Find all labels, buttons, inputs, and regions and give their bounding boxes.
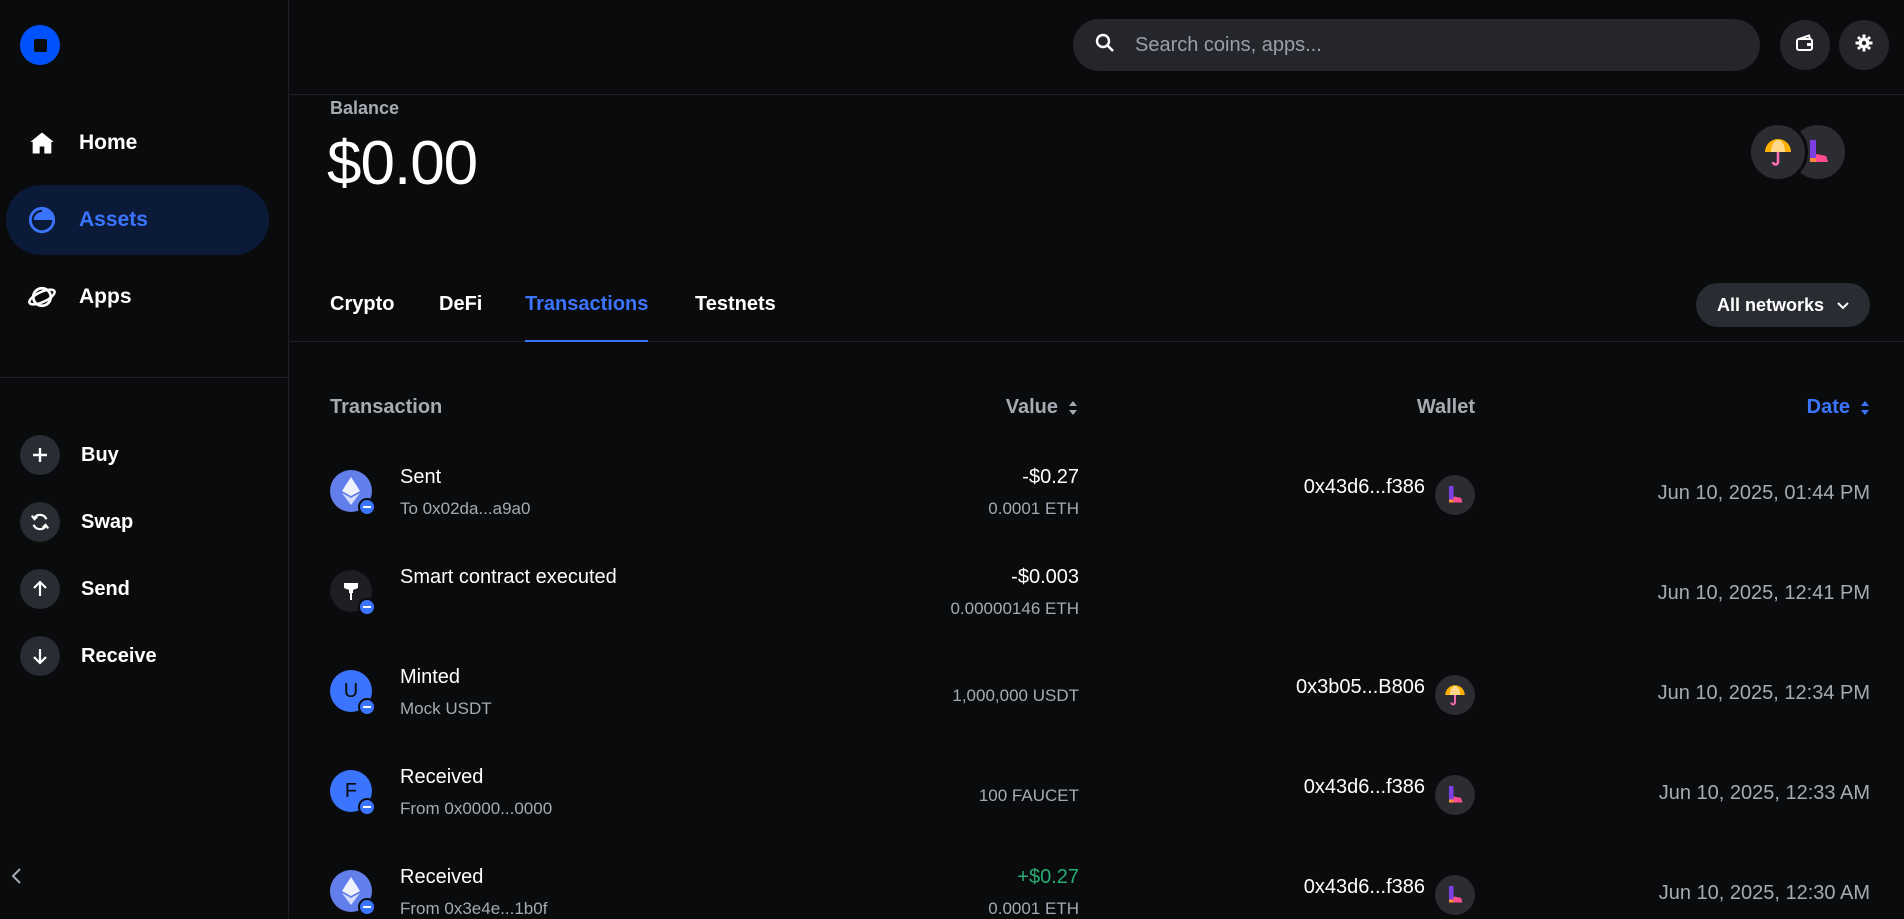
network-filter-label: All networks [1717,294,1825,315]
transaction-value: +$0.27 [1017,866,1079,888]
sidebar-item-home[interactable]: Home [6,108,269,178]
table-row[interactable]: Smart contract executed -$0.003 0.000001… [290,564,1904,660]
sidebar-item-label: Apps [79,285,132,308]
transaction-amount: 0.00000146 ETH [950,599,1079,618]
column-header-wallet: Wallet [1417,396,1475,419]
arrow-down-icon [20,636,60,676]
outgoing-badge-icon [358,598,376,616]
sidebar-item-apps[interactable]: Apps [6,262,269,332]
receive-button[interactable]: Receive [20,635,157,677]
boot-avatar-icon [1435,475,1475,515]
arrow-up-icon [20,569,60,609]
transaction-subtitle: Mock USDT [400,699,492,718]
transaction-subtitle: To 0x02da...a9a0 [400,499,531,518]
swap-icon [20,502,60,542]
top-bar [290,0,1904,95]
sidebar-item-label: Home [79,131,138,154]
outgoing-badge-icon [358,898,376,916]
balance-value: $0.00 [327,129,478,198]
plus-icon [20,435,60,475]
logo[interactable] [20,25,60,65]
boot-avatar-icon [1435,875,1475,915]
pie-chart-icon [27,205,57,235]
tab-crypto[interactable]: Crypto [330,293,394,342]
wallet-avatars[interactable] [1748,122,1852,182]
column-header-label: Date [1806,396,1850,418]
search-input[interactable] [1135,33,1735,57]
transaction-date: Jun 10, 2025, 12:30 AM [1658,882,1870,904]
table-row[interactable]: U Minted Mock USDT 1,000,000 USDT 0x3b05… [290,664,1904,760]
umbrella-avatar-icon [1748,122,1808,182]
outgoing-badge-icon [358,498,376,516]
send-label: Send [81,577,130,600]
gear-icon [1854,33,1874,58]
search-bar[interactable] [1073,19,1760,71]
receive-label: Receive [81,644,157,667]
boot-avatar-icon [1435,775,1475,815]
transaction-title: Sent [400,466,442,488]
swap-label: Swap [81,510,134,533]
logo-mark [33,38,47,52]
transaction-title: Received [400,866,484,888]
column-header-label: Value [1005,396,1058,418]
sidebar-divider [0,377,289,378]
wallet-address: 0x3b05...B806 [1296,676,1425,698]
settings-button[interactable] [1839,20,1889,70]
wallet-button[interactable] [1780,20,1830,70]
tab-transactions[interactable]: Transactions [525,293,649,342]
tab-defi[interactable]: DeFi [439,293,482,342]
tab-testnets[interactable]: Testnets [695,293,776,342]
collapse-sidebar-button[interactable] [6,866,26,890]
wallet-address: 0x43d6...f386 [1303,476,1425,498]
transaction-title: Smart contract executed [400,566,617,588]
transaction-subtitle: From 0x0000...0000 [400,799,553,818]
transaction-subtitle: From 0x3e4e...1b0f [400,899,548,918]
column-header-transaction: Transaction [330,396,442,419]
buy-label: Buy [81,443,119,466]
table-row[interactable]: F Received From 0x0000...0000 100 FAUCET… [290,764,1904,860]
token-letter: U [343,679,359,702]
table-row[interactable]: Sent To 0x02da...a9a0 -$0.27 0.0001 ETH … [290,464,1904,560]
transaction-date: Jun 10, 2025, 12:41 PM [1657,582,1870,604]
outgoing-badge-icon [358,698,376,716]
sort-icon [1068,400,1078,416]
chevron-left-icon [10,867,22,890]
transaction-amount: 0.0001 ETH [988,499,1079,518]
send-button[interactable]: Send [20,568,130,610]
column-header-label: Wallet [1416,396,1475,418]
network-filter-dropdown[interactable]: All networks [1696,283,1870,327]
sidebar-item-assets[interactable]: Assets [6,185,269,255]
table-row[interactable]: Received From 0x3e4e...1b0f +$0.27 0.000… [290,864,1904,919]
wallet-address: 0x43d6...f386 [1303,876,1425,898]
umbrella-avatar-icon [1435,675,1475,715]
sidebar: Home Assets Apps Buy Swap Send Receive [0,0,289,919]
transaction-value: -$0.003 [1011,566,1079,588]
swap-button[interactable]: Swap [20,501,133,543]
search-icon [1095,33,1115,58]
wallet-icon [1795,33,1815,58]
home-icon [27,128,57,158]
column-header-date[interactable]: Date [1807,396,1870,419]
wallet-address: 0x43d6...f386 [1303,776,1425,798]
transaction-date: Jun 10, 2025, 12:33 AM [1658,782,1870,804]
sort-icon [1860,400,1870,416]
transaction-amount: 100 FAUCET [978,786,1079,805]
transaction-amount: 0.0001 ETH [988,899,1079,918]
transaction-date: Jun 10, 2025, 12:34 PM [1657,682,1870,704]
token-letter: F [344,779,358,802]
transaction-date: Jun 10, 2025, 01:44 PM [1657,482,1870,504]
balance-label: Balance [330,98,400,118]
planet-icon [27,282,57,312]
transaction-amount: 1,000,000 USDT [952,686,1079,705]
transaction-title: Minted [400,666,461,688]
sidebar-item-label: Assets [79,208,148,231]
transaction-title: Received [400,766,484,788]
outgoing-badge-icon [358,798,376,816]
asset-tabs: Crypto DeFi Transactions Testnets [290,285,1904,342]
transaction-value: -$0.27 [1022,466,1079,488]
column-header-value[interactable]: Value [1006,396,1078,419]
column-header-label: Transaction [330,396,443,418]
buy-button[interactable]: Buy [20,434,119,476]
chevron-down-icon [1836,295,1850,316]
